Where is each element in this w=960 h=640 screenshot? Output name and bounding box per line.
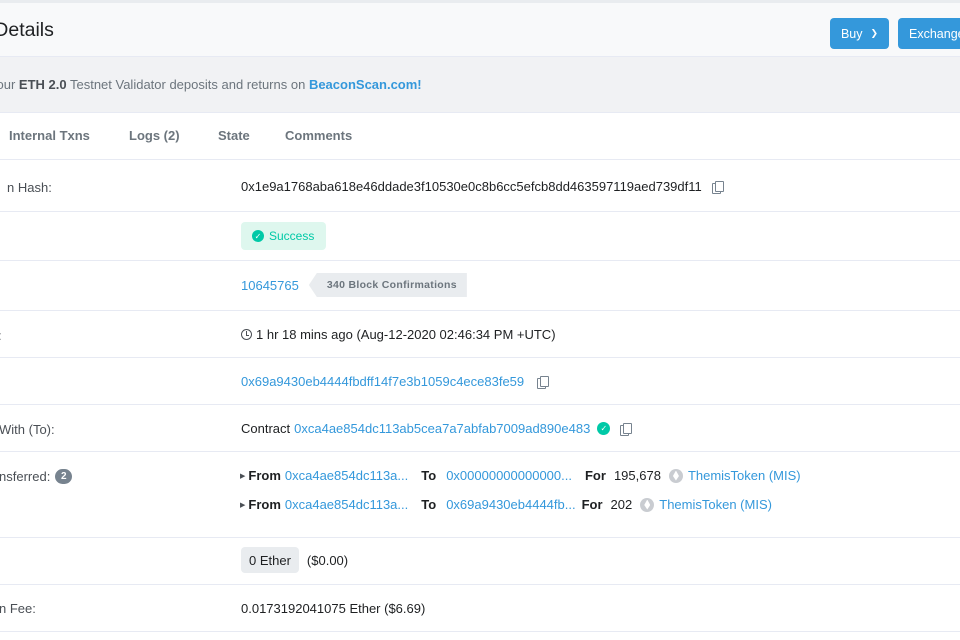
block-value-wrap: 10645765 340 Block Confirmations	[241, 273, 467, 297]
copy-icon[interactable]	[620, 422, 633, 436]
row-timestamp: : 1 hr 18 mins ago (Aug-12-2020 02:46:34…	[0, 311, 960, 358]
row-value: 0 Ether ($0.00)	[0, 538, 960, 585]
value-wrap: 0 Ether ($0.00)	[241, 547, 348, 573]
token-icon	[640, 497, 655, 512]
transfer-amount: 195,678	[613, 468, 661, 483]
transfer-from-link[interactable]: 0xca4ae854dc113a...	[285, 468, 408, 483]
banner-bold: ETH 2.0	[18, 77, 67, 92]
from-value-wrap: 0x69a9430eb4444fbdff14f7e3b1059c4ece83fe…	[241, 374, 550, 389]
status-badge: ✓ Success	[241, 222, 327, 250]
timestamp-value: 1 hr 18 mins ago (Aug-12-2020 02:46:34 P…	[256, 327, 556, 342]
for-label: For	[584, 468, 606, 483]
announcement-banner: your ETH 2.0 Testnet Validator deposits …	[0, 56, 960, 113]
token-transfer-row: ▶ From 0xca4ae854dc113a... To 0x00000000…	[240, 468, 801, 483]
transaction-card: Internal Txns Logs (2) State Comments n …	[0, 113, 960, 640]
status-value-wrap: ✓ Success	[241, 222, 327, 250]
beaconscan-link[interactable]: BeaconScan.com!	[309, 77, 422, 92]
banner-text: your ETH 2.0 Testnet Validator deposits …	[0, 77, 422, 92]
to-label: To	[421, 497, 437, 512]
from-label: From	[248, 497, 281, 512]
check-circle-icon: ✓	[252, 230, 264, 242]
exchange-button[interactable]: Exchange	[898, 18, 960, 49]
banner-prefix: your	[0, 77, 16, 92]
tab-comments[interactable]: Comments	[285, 128, 352, 143]
banner-middle: Testnet Validator deposits and returns o…	[66, 77, 309, 92]
exchange-button-label: Exchange	[909, 26, 960, 41]
timestamp-value-wrap: 1 hr 18 mins ago (Aug-12-2020 02:46:34 P…	[241, 327, 556, 342]
usd-value: ($0.00)	[306, 552, 349, 568]
ether-value-badge: 0 Ether	[241, 547, 299, 573]
interacted-value-wrap: Contract 0xca4ae854dc113ab5cea7a7abfab70…	[241, 421, 633, 436]
for-label: For	[581, 497, 603, 512]
interacted-label: With (To):	[0, 422, 55, 437]
block-confirmations-badge: 340 Block Confirmations	[308, 273, 467, 297]
tokens-label-wrap: nsferred: 2	[0, 469, 73, 484]
page-header: n Details Buy ❯ Exchange	[0, 0, 960, 56]
row-block: 10645765 340 Block Confirmations	[0, 261, 960, 311]
timestamp-label: :	[0, 328, 2, 343]
row-interacted-with: With (To): Contract 0xca4ae854dc113ab5ce…	[0, 405, 960, 452]
from-address-link[interactable]: 0x69a9430eb4444fbdff14f7e3b1059c4ece83fe…	[241, 374, 524, 389]
token-icon	[668, 468, 683, 483]
hash-label: n Hash:	[7, 180, 52, 195]
row-from: 0x69a9430eb4444fbdff14f7e3b1059c4ece83fe…	[0, 358, 960, 405]
to-label: To	[421, 468, 437, 483]
transfer-amount: 202	[610, 497, 633, 512]
hash-value-wrap: 0x1e9a1768aba618e46ddade3f10530e0c8b6cc5…	[241, 179, 724, 194]
caret-right-icon: ▶	[240, 472, 246, 480]
clock-icon	[241, 329, 252, 340]
buy-button[interactable]: Buy ❯	[830, 18, 889, 49]
tab-state[interactable]: State	[218, 128, 250, 143]
tokens-count-badge: 2	[55, 469, 73, 484]
row-status: ✓ Success	[0, 212, 960, 261]
copy-icon[interactable]	[711, 180, 724, 194]
row-transaction-hash: n Hash: 0x1e9a1768aba618e46ddade3f10530e…	[0, 160, 960, 212]
token-link[interactable]: ThemisToken (MIS)	[659, 497, 772, 512]
block-number-link[interactable]: 10645765	[241, 278, 299, 293]
transfer-from-link[interactable]: 0xca4ae854dc113a...	[285, 497, 408, 512]
transaction-hash: 0x1e9a1768aba618e46ddade3f10530e0c8b6cc5…	[241, 179, 702, 194]
token-transfer-row: ▶ From 0xca4ae854dc113a... To 0x69a9430e…	[240, 497, 772, 512]
row-tokens-transferred: nsferred: 2 ▶ From 0xca4ae854dc113a... T…	[0, 452, 960, 538]
fee-value: 0.0173192041075 Ether ($6.69)	[241, 601, 426, 616]
fee-value-wrap: 0.0173192041075 Ether ($6.69)	[241, 601, 425, 616]
verified-check-icon: ✓	[597, 422, 611, 435]
tab-internal-txns[interactable]: Internal Txns	[9, 128, 90, 143]
from-label: From	[248, 468, 281, 483]
caret-right-icon: ▶	[240, 501, 246, 509]
status-text: Success	[269, 229, 315, 243]
token-link[interactable]: ThemisToken (MIS)	[688, 468, 801, 483]
contract-address-link[interactable]: 0xca4ae854dc113ab5cea7a7abfab7009ad890e4…	[294, 421, 590, 436]
copy-icon[interactable]	[537, 375, 550, 389]
transfer-to-link[interactable]: 0x69a9430eb4444fb...	[446, 497, 575, 512]
contract-prefix: Contract	[241, 421, 291, 436]
fee-label: n Fee:	[0, 601, 36, 616]
transfer-to-link[interactable]: 0x00000000000000...	[446, 468, 572, 483]
buy-button-label: Buy	[840, 26, 863, 41]
tokens-label: nsferred:	[0, 469, 51, 484]
chevron-down-icon: ❯	[870, 28, 879, 38]
tab-bar: Internal Txns Logs (2) State Comments	[0, 113, 960, 160]
page-title: n Details	[0, 19, 54, 41]
tab-logs[interactable]: Logs (2)	[129, 128, 180, 143]
row-transaction-fee: n Fee: 0.0173192041075 Ether ($6.69)	[0, 585, 960, 632]
